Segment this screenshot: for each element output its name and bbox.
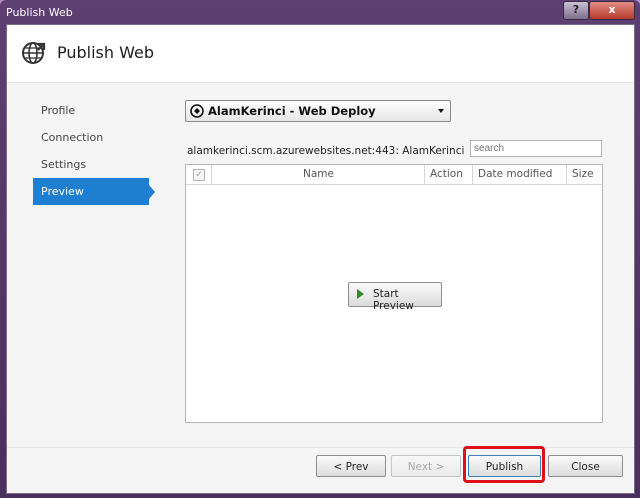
page-title: Publish Web — [57, 43, 154, 62]
next-button[interactable]: Next > — [391, 455, 461, 477]
close-button[interactable]: Close — [548, 455, 623, 477]
preview-file-grid: ✓ Name Action Date modified Size Start P… — [185, 164, 603, 423]
window-title: Publish Web — [6, 6, 73, 19]
search-input[interactable] — [470, 140, 602, 157]
profile-selected-value: AlamKerinci - Web Deploy — [208, 104, 376, 118]
wizard-nav: Profile Connection Settings Preview — [33, 97, 155, 205]
nav-item-connection[interactable]: Connection — [33, 124, 153, 151]
chevron-down-icon — [438, 109, 444, 113]
prev-button[interactable]: < Prev — [316, 455, 386, 477]
dialog-body: Publish Web Profile Connection Settings … — [6, 24, 635, 494]
column-header-name[interactable]: Name — [211, 165, 425, 184]
web-deploy-icon — [190, 104, 204, 121]
publish-highlight-annotation — [463, 446, 545, 483]
help-button[interactable]: ? — [563, 1, 589, 20]
globe-publish-icon — [21, 40, 47, 69]
title-bar: Publish Web ? x — [0, 0, 640, 24]
nav-item-preview[interactable]: Preview — [33, 178, 155, 205]
window-close-button[interactable]: x — [589, 1, 635, 20]
publish-web-window: Publish Web ? x Publish Web Profile Conn… — [0, 0, 640, 498]
dialog-header: Publish Web — [7, 25, 634, 83]
column-header-size[interactable]: Size — [566, 165, 602, 184]
profile-dropdown[interactable]: AlamKerinci - Web Deploy — [185, 100, 451, 122]
start-preview-label: Start Preview — [373, 288, 414, 312]
select-all-column: ✓ — [186, 165, 211, 184]
site-address: alamkerinci.scm.azurewebsites.net:443: A… — [187, 145, 465, 157]
nav-item-profile[interactable]: Profile — [33, 97, 153, 124]
play-icon — [357, 289, 364, 299]
select-all-checkbox[interactable]: ✓ — [193, 169, 205, 181]
column-header-action[interactable]: Action — [424, 165, 472, 184]
column-header-date-modified[interactable]: Date modified — [472, 165, 566, 184]
nav-item-settings[interactable]: Settings — [33, 151, 153, 178]
grid-header: ✓ Name Action Date modified Size — [186, 165, 602, 185]
start-preview-button[interactable]: Start Preview — [348, 282, 442, 312]
